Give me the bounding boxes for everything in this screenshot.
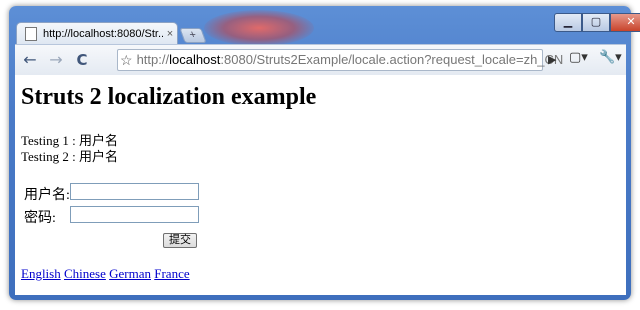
- browser-toolbar: ← → C ☆ http://localhost:8080/Struts2Exa…: [15, 44, 626, 75]
- page-menu-icon[interactable]: ▢▾: [569, 50, 588, 65]
- password-label: 密码:: [24, 211, 56, 226]
- minimize-button[interactable]: ▁: [554, 13, 582, 32]
- url-host: localhost: [169, 52, 221, 67]
- page-heading: Struts 2 localization example: [21, 84, 317, 110]
- reload-icon[interactable]: C: [73, 51, 91, 69]
- link-france[interactable]: France: [154, 266, 189, 281]
- window-controls: ▁ ▢ ✕: [554, 13, 640, 32]
- password-input[interactable]: [70, 206, 199, 223]
- page-content: Struts 2 localization example Testing 1 …: [15, 75, 626, 295]
- title-bar-glow: [204, 10, 314, 46]
- close-tab-icon[interactable]: ×: [163, 28, 177, 40]
- page-icon: [25, 26, 37, 41]
- testing-2-text: Testing 2 : 用户名: [21, 149, 118, 164]
- tab-title: http://localhost:8080/Str...: [43, 27, 163, 40]
- address-bar[interactable]: ☆ http://localhost:8080/Struts2Example/l…: [117, 49, 563, 71]
- url-path: :8080/Struts2Example/locale.action?reque…: [220, 52, 564, 67]
- forward-arrow-icon[interactable]: →: [47, 51, 65, 69]
- link-english[interactable]: English: [21, 266, 61, 281]
- username-input[interactable]: [70, 183, 199, 200]
- maximize-button[interactable]: ▢: [582, 13, 610, 32]
- browser-tab[interactable]: http://localhost:8080/Str... ×: [16, 22, 178, 44]
- link-german[interactable]: German: [109, 266, 151, 281]
- link-chinese[interactable]: Chinese: [64, 266, 106, 281]
- close-window-button[interactable]: ✕: [610, 13, 640, 32]
- submit-button[interactable]: 提交: [163, 233, 197, 248]
- wrench-menu-icon[interactable]: 🔧▾: [599, 50, 622, 65]
- go-icon[interactable]: ▶: [548, 53, 556, 66]
- bookmark-star-icon[interactable]: ☆: [120, 50, 133, 70]
- username-label: 用户名:: [24, 188, 70, 203]
- url-scheme: http://: [136, 52, 170, 67]
- back-arrow-icon[interactable]: ←: [21, 51, 39, 69]
- language-links: English Chinese German France: [21, 266, 190, 282]
